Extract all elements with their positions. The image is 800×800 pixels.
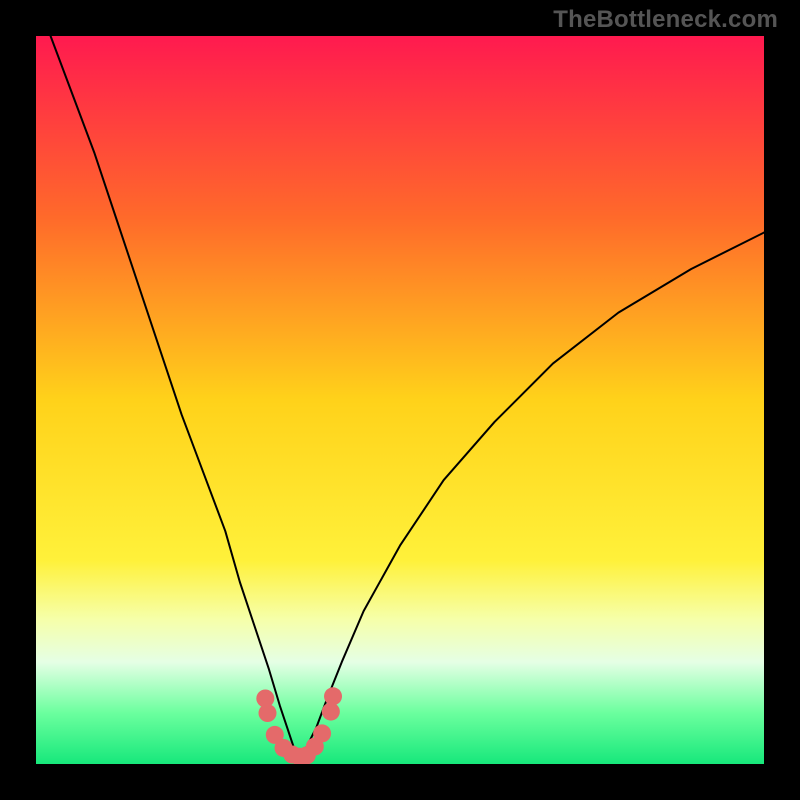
trough-marker <box>322 703 340 721</box>
trough-marker <box>259 704 277 722</box>
gradient-background <box>36 36 764 764</box>
bottleneck-chart <box>36 36 764 764</box>
trough-marker <box>313 724 331 742</box>
plot-area <box>36 36 764 764</box>
outer-frame: TheBottleneck.com <box>0 0 800 800</box>
trough-marker <box>324 687 342 705</box>
watermark-text: TheBottleneck.com <box>553 6 778 34</box>
